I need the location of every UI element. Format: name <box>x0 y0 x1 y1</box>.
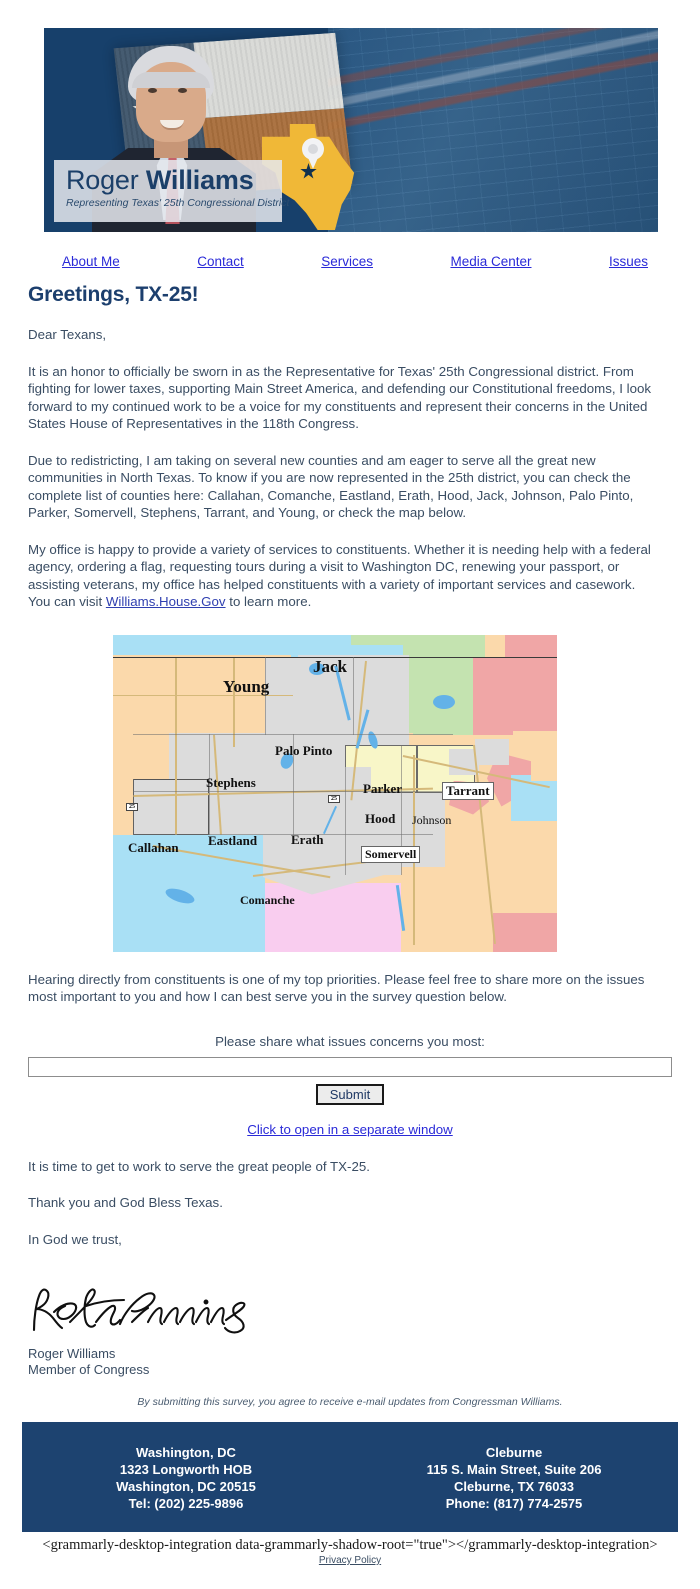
page-title: Greetings, TX-25! <box>28 283 199 306</box>
survey-form: Please share what issues concerns you mo… <box>0 1034 700 1139</box>
banner-container: Roger Williams Representing Texas' 25th … <box>0 0 700 232</box>
header-banner: Roger Williams Representing Texas' 25th … <box>44 28 658 232</box>
nav-link-issues[interactable]: Issues <box>609 254 648 269</box>
footer-office-washington-phone: Tel: (202) 225-9896 <box>128 1496 244 1511</box>
survey-input[interactable] <box>28 1056 672 1077</box>
submit-button[interactable]: Submit <box>315 1083 385 1105</box>
closing-container: It is time to get to work to serve the g… <box>0 1158 700 1249</box>
portrait-right-eye <box>178 88 187 93</box>
map-region-pink-east <box>473 656 513 735</box>
open-separate-window-link[interactable]: Click to open in a separate window <box>247 1122 452 1137</box>
map-label-eastland: Eastland <box>208 832 258 848</box>
map-label-stephens: Stephens <box>206 774 256 790</box>
closing-line-1: It is time to get to work to serve the g… <box>28 1158 370 1174</box>
map-pin-dot <box>308 144 318 154</box>
nav-link-services[interactable]: Services <box>321 254 373 269</box>
nav-link-contact[interactable]: Contact <box>197 254 244 269</box>
district-map-container: 25 25 Young Jack Palo Pinto Stephens Par… <box>0 634 700 952</box>
footer-office-cleburne-line1: 115 S. Main Street, Suite 206 <box>426 1462 602 1477</box>
closing-line-3: In God we trust, <box>28 1231 122 1247</box>
map-label-young: Young <box>223 676 270 696</box>
signature-name: Roger Williams <box>28 1346 116 1361</box>
separate-window-row: Click to open in a separate window <box>28 1121 672 1139</box>
signature-title: Member of Congress <box>28 1362 150 1377</box>
map-label-johnson: Johnson <box>412 812 452 827</box>
paragraph-3-after: to learn more. <box>225 594 312 609</box>
privacy-policy-link[interactable]: Privacy Policy <box>319 1555 381 1566</box>
map-label-tarrant: Tarrant <box>442 781 494 800</box>
footer-office-washington-city: Washington, DC <box>136 1445 236 1460</box>
map-label-palo-pinto: Palo Pinto <box>275 742 333 758</box>
map-label-comanche: Comanche <box>240 892 295 907</box>
nav-link-media-center[interactable]: Media Center <box>450 254 531 269</box>
signature-name-block: Roger Williams Member of Congress <box>28 1346 672 1378</box>
map-label-erath: Erath <box>291 831 324 847</box>
map-pin-icon <box>302 138 324 170</box>
map-lake-worth <box>433 694 455 709</box>
footer-office-washington-line1: 1323 Longworth HOB <box>119 1462 253 1477</box>
footer-office-cleburne-phone: Phone: (817) 774-2575 <box>445 1496 583 1511</box>
map-highway-marker-2: 25 <box>126 802 138 811</box>
map-county-callahan <box>133 778 209 835</box>
map-label-jack: Jack <box>313 656 347 676</box>
map-boundary-v5 <box>345 744 346 875</box>
footer: Washington, DC 1323 Longworth HOB Washin… <box>22 1422 678 1532</box>
signature-block: Roger Williams Member of Congress By sub… <box>0 1278 700 1408</box>
map-urban-dfw-cyan <box>511 774 557 821</box>
footer-office-cleburne: Cleburne 115 S. Main Street, Suite 206 C… <box>350 1444 678 1512</box>
map-label-callahan: Callahan <box>128 839 179 855</box>
map-region-pink-southeast <box>493 912 557 952</box>
paragraph-2: Due to redistricting, I am taking on sev… <box>28 452 634 521</box>
banner-subtitle: Representing Texas' 25th Congressional D… <box>66 197 290 209</box>
footer-office-cleburne-line2: Cleburne, TX 76033 <box>454 1479 574 1494</box>
map-label-hood: Hood <box>365 810 396 826</box>
email-page: Roger Williams Representing Texas' 25th … <box>0 0 700 1568</box>
map-highway-marker-1: 25 <box>328 794 340 803</box>
nav-link-about-me[interactable]: About Me <box>62 254 120 269</box>
submit-row: Submit <box>28 1083 672 1105</box>
brick-wall-streaks <box>328 28 658 232</box>
portrait-hairline <box>132 72 210 88</box>
paragraph-1: It is an honor to officially be sworn in… <box>28 363 652 432</box>
footer-office-cleburne-city: Cleburne <box>485 1445 543 1460</box>
williams-house-gov-link[interactable]: Williams.House.Gov <box>106 594 226 609</box>
map-boundary-h4 <box>133 833 433 835</box>
paragraph-4: Hearing directly from constituents is on… <box>28 971 645 1005</box>
banner-first-name: Roger <box>66 165 139 195</box>
map-label-parker: Parker <box>363 780 402 796</box>
navigation-bar: About Me Contact Services Media Center I… <box>0 254 700 269</box>
survey-disclaimer: By submitting this survey, you agree to … <box>137 1396 563 1408</box>
footer-office-washington-line2: Washington, DC 20515 <box>116 1479 256 1494</box>
signature-image <box>32 1288 246 1334</box>
map-label-somervell: Somervell <box>361 845 421 863</box>
closing-line-2: Thank you and God Bless Texas. <box>28 1195 223 1210</box>
letter-body: Greetings, TX-25! Dear Texans, It is an … <box>0 283 700 611</box>
portrait-left-eye <box>148 88 157 93</box>
banner-nameplate: Roger Williams Representing Texas' 25th … <box>54 160 290 222</box>
footer-office-washington: Washington, DC 1323 Longworth HOB Washin… <box>22 1444 350 1512</box>
map-urban-dfw-gray <box>475 738 509 765</box>
paragraph-3: My office is happy to provide a variety … <box>28 541 660 611</box>
salutation: Dear Texans, <box>28 327 107 342</box>
map-boundary-v4 <box>353 656 354 735</box>
map-road-2 <box>175 656 177 835</box>
district-map[interactable]: 25 25 Young Jack Palo Pinto Stephens Par… <box>113 634 557 952</box>
survey-input-row <box>28 1056 672 1077</box>
banner-name: Roger Williams <box>66 164 272 196</box>
survey-intro-container: Hearing directly from constituents is on… <box>0 971 700 1006</box>
banner-last-name: Williams <box>145 165 254 195</box>
map-urban-dfw-orange <box>531 746 557 781</box>
grammarly-artifact-text: <grammarly-desktop-integration data-gram… <box>42 1537 658 1553</box>
survey-question-label: Please share what issues concerns you mo… <box>215 1033 485 1049</box>
